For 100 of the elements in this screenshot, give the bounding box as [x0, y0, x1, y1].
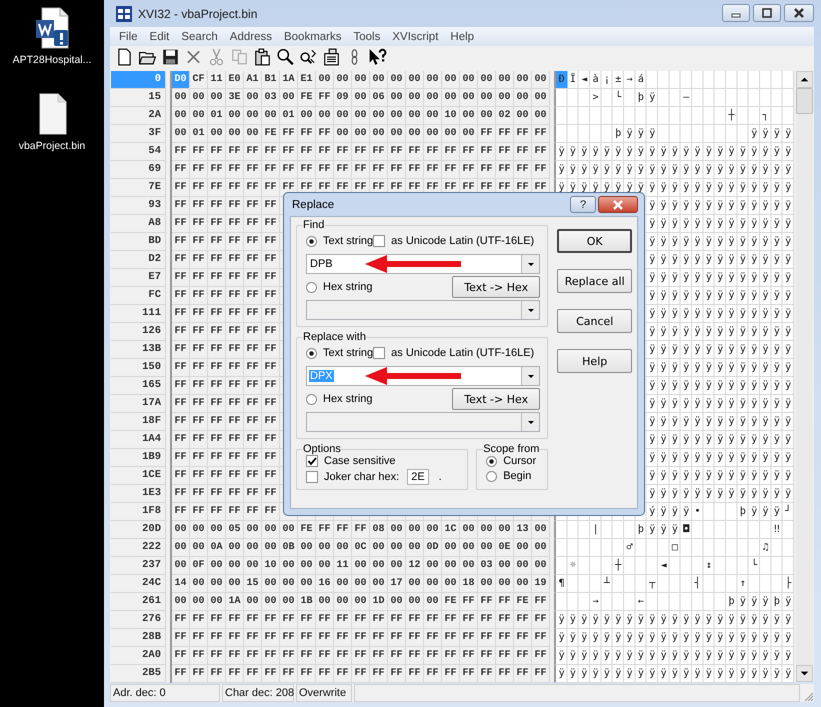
hex-cell[interactable]: FF	[172, 665, 190, 683]
menu-item[interactable]: Tools	[348, 30, 386, 42]
radio-button[interactable]	[306, 348, 317, 358]
address-cell[interactable]: FC	[111, 287, 166, 305]
close-button[interactable]	[784, 4, 814, 22]
char-row[interactable]: ÿÿÿÿÿÿÿÿÿÿÿÿÿ	[646, 197, 797, 214]
radio-label[interactable]: Text string	[323, 235, 374, 247]
hex-cell[interactable]: FF	[244, 665, 262, 683]
radio-button[interactable]	[486, 470, 498, 482]
scroll-thumb[interactable]	[796, 88, 813, 114]
hex-cell[interactable]: FF	[442, 665, 460, 683]
hex-cell[interactable]: FF	[316, 665, 334, 683]
char-row[interactable]: ÿÿÿÿÿÿÿÿÿÿÿÿÿ	[646, 377, 797, 394]
address-cell[interactable]: 69	[111, 161, 166, 179]
address-cell[interactable]: 20D	[111, 521, 166, 539]
char-row[interactable]: ÿÿÿÿÿÿÿÿÿÿÿÿÿ	[646, 431, 797, 448]
hex-cell[interactable]: FF	[478, 665, 496, 683]
checkbox[interactable]	[373, 235, 386, 247]
radio-button[interactable]	[306, 394, 317, 404]
radio-button[interactable]	[306, 236, 317, 246]
hex-cell[interactable]: FF	[262, 665, 280, 683]
hex-cell[interactable]: FF	[370, 665, 388, 683]
dialog-button[interactable]: Help	[557, 349, 632, 373]
hex-cell[interactable]: FF	[298, 665, 316, 683]
dropdown-button[interactable]	[521, 255, 540, 273]
find-replace-icon[interactable]	[299, 48, 318, 66]
char-row[interactable]: ¶ ┴ ┬ ┤ ↑ ├	[556, 575, 797, 592]
menu-item[interactable]: Search	[175, 30, 224, 42]
char-row[interactable]: ÿÿÿÿÿÿÿÿÿÿÿÿÿ	[646, 215, 797, 232]
char-row[interactable]: ýÿÿÿ• þÿÿÿ┘	[646, 503, 797, 520]
menu-item[interactable]: Help	[444, 30, 480, 42]
convert-button[interactable]: Text -> Hex	[452, 276, 540, 298]
hex-cell[interactable]: FF	[532, 665, 550, 683]
hex-cell[interactable]: FF	[226, 665, 244, 683]
char-row[interactable]: ÿÿÿÿÿÿÿÿÿÿÿÿÿ	[646, 233, 797, 250]
address-cell[interactable]: 7E	[111, 179, 166, 197]
radio-label[interactable]: Hex string	[323, 281, 373, 293]
address-cell[interactable]: 261	[111, 593, 166, 611]
char-row[interactable]: ┼ ┐	[556, 107, 797, 124]
help-cursor-icon[interactable]	[368, 48, 387, 66]
address-cell[interactable]: 1E3	[111, 485, 166, 503]
char-row[interactable]: > └ þÿ –	[556, 89, 797, 106]
address-cell[interactable]: 276	[111, 611, 166, 629]
maximize-button[interactable]	[753, 4, 781, 22]
menu-item[interactable]: File	[113, 30, 144, 42]
resize-grip-icon[interactable]	[802, 690, 814, 702]
char-row[interactable]: ÿÿÿÿÿÿÿÿÿÿÿÿÿ	[646, 251, 797, 268]
address-cell[interactable]: 24C	[111, 575, 166, 593]
address-cell[interactable]: 17A	[111, 395, 166, 413]
desktop-icon-label[interactable]: vbaProject.bin	[18, 140, 86, 152]
char-row[interactable]: ÿÿÿÿÿÿÿÿÿÿÿÿÿ	[646, 413, 797, 430]
menu-item[interactable]: XVIscript	[386, 30, 444, 42]
radio-label[interactable]: Text string	[323, 347, 374, 359]
address-cell[interactable]: 13B	[111, 341, 166, 359]
hex-cell[interactable]: FF	[406, 665, 424, 683]
address-cell[interactable]: 150	[111, 359, 166, 377]
address-cell[interactable]: 18F	[111, 413, 166, 431]
dropdown-button[interactable]	[521, 413, 540, 431]
char-row[interactable]: ÿÿÿÿÿÿÿÿÿÿÿÿÿÿÿÿÿÿÿÿÿ	[556, 143, 797, 160]
hex-cell[interactable]: FF	[190, 665, 208, 683]
char-row[interactable]: ÿÿÿÿÿÿÿÿÿÿÿÿÿÿÿÿÿÿÿÿÿ	[556, 611, 797, 628]
char-row[interactable]: ÿÿÿÿÿÿÿÿÿÿÿÿÿÿÿÿÿÿÿÿÿ	[556, 161, 797, 178]
dialog-button[interactable]: Cancel	[557, 309, 632, 333]
char-row[interactable]: ♂ □ ♫	[556, 539, 797, 556]
radio-button[interactable]	[306, 282, 317, 292]
char-row[interactable]: ÿÿÿÿÿÿÿÿÿÿÿÿÿÿÿÿÿÿÿÿÿ	[556, 629, 797, 646]
radio-label[interactable]: Cursor	[503, 455, 536, 467]
checkbox-label[interactable]: as Unicode Latin (UTF-16LE)	[391, 347, 534, 359]
address-cell[interactable]: 2A	[111, 107, 166, 125]
char-row[interactable]: ÿÿÿÿÿÿÿÿÿÿÿÿÿ	[646, 359, 797, 376]
desktop-icon-label[interactable]: APT28Hospital...	[12, 54, 92, 66]
radio-button[interactable]	[486, 456, 498, 466]
scrollbar[interactable]	[796, 71, 813, 682]
checkbox-label[interactable]: Joker char hex:	[324, 471, 400, 483]
address-cell[interactable]: 111	[111, 305, 166, 323]
checkbox[interactable]	[306, 471, 318, 483]
address-cell[interactable]: 237	[111, 557, 166, 575]
help-button[interactable]: ?	[570, 196, 596, 213]
char-row[interactable]: ÿÿÿÿÿÿÿÿÿÿÿÿÿÿÿÿÿÿÿÿÿ	[556, 665, 797, 682]
menu-item[interactable]: Edit	[144, 30, 176, 42]
address-cell[interactable]: 54	[111, 143, 166, 161]
address-cell[interactable]: 1A4	[111, 431, 166, 449]
char-row[interactable]: ÿÿÿÿÿÿÿÿÿÿÿÿÿ	[646, 305, 797, 322]
hex-cell[interactable]: FF	[514, 665, 532, 683]
close-button[interactable]	[598, 196, 638, 213]
checkbox[interactable]	[306, 455, 318, 467]
address-cell[interactable]: 28B	[111, 629, 166, 647]
scroll-up-icon[interactable]	[796, 71, 813, 88]
minimize-button[interactable]	[722, 4, 750, 22]
hex-cell[interactable]: FF	[352, 665, 370, 683]
dialog-button[interactable]: OK	[557, 229, 632, 253]
address-cell[interactable]: 165	[111, 377, 166, 395]
char-row[interactable]: ÿÿÿÿÿÿÿÿÿÿÿÿÿÿÿÿÿÿÿÿÿ	[556, 179, 797, 196]
paste-icon[interactable]	[253, 48, 272, 66]
char-row[interactable]: ☼ ┼ ◄ ↕ └	[556, 557, 797, 574]
address-cell[interactable]: 2A0	[111, 647, 166, 665]
char-row[interactable]: ÿÿÿÿÿÿÿÿÿÿÿÿÿÿÿÿÿÿÿÿÿ	[556, 647, 797, 664]
char-row[interactable]: ÿÿÿÿÿÿÿÿÿÿÿÿÿ	[646, 341, 797, 358]
convert-button[interactable]: Text -> Hex	[452, 388, 540, 410]
hex-cell[interactable]: FF	[496, 665, 514, 683]
